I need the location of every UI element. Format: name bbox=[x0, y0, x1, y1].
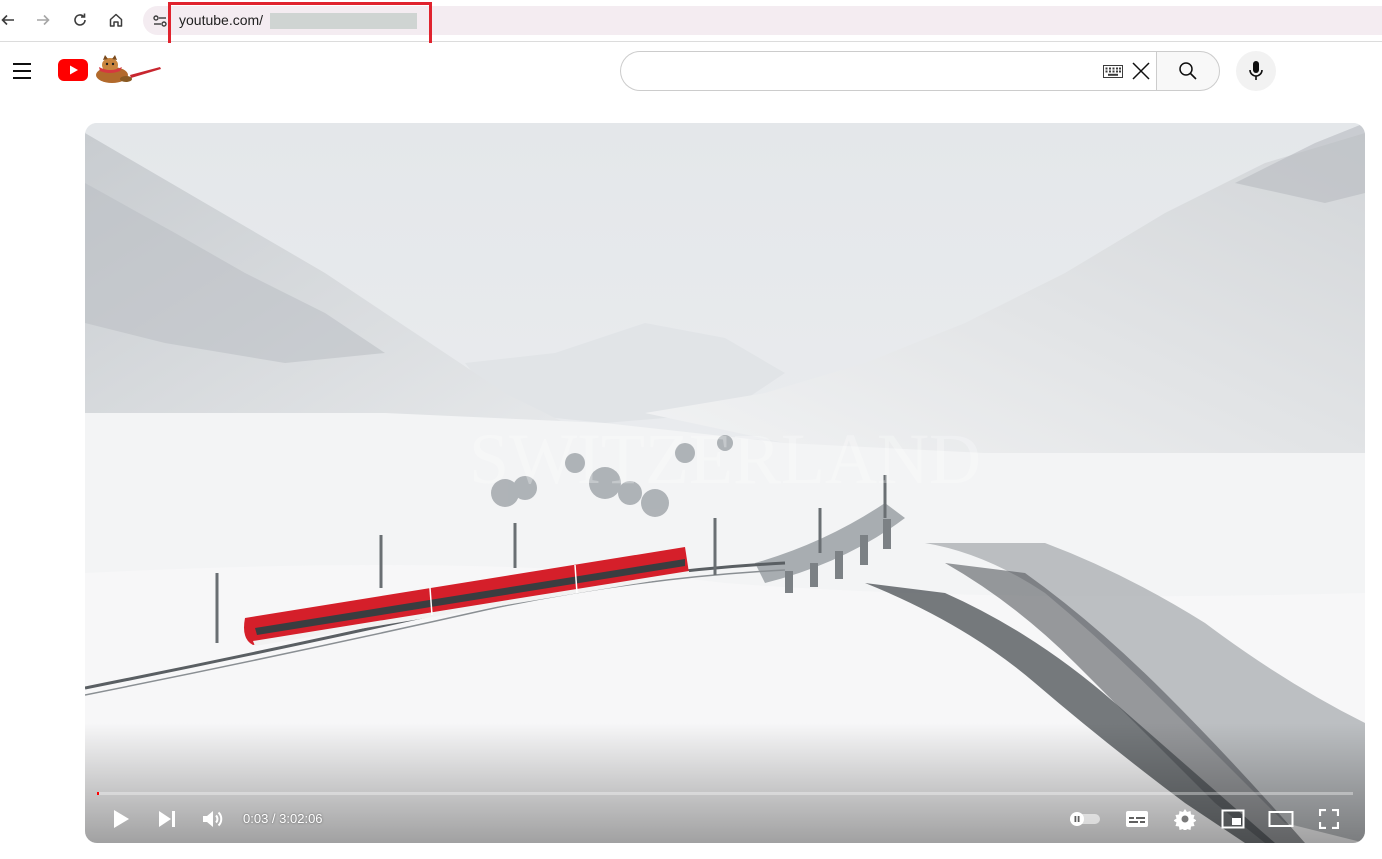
autoplay-toggle[interactable] bbox=[1061, 803, 1109, 835]
back-arrow-icon bbox=[1, 14, 14, 26]
theater-mode-button[interactable] bbox=[1263, 803, 1299, 835]
youtube-header bbox=[0, 43, 1382, 99]
forward-button[interactable] bbox=[29, 6, 57, 34]
autoplay-toggle-icon bbox=[1070, 812, 1100, 826]
miniplayer-icon bbox=[1221, 809, 1245, 829]
miniplayer-button[interactable] bbox=[1215, 803, 1251, 835]
subtitles-button[interactable] bbox=[1119, 803, 1155, 835]
tune-icon bbox=[153, 15, 167, 27]
youtube-doodle-icon[interactable] bbox=[90, 53, 162, 85]
next-button[interactable] bbox=[149, 803, 185, 835]
youtube-logo-icon[interactable] bbox=[58, 59, 88, 81]
clear-search-icon[interactable] bbox=[1131, 61, 1151, 81]
mute-button[interactable] bbox=[195, 803, 231, 835]
fullscreen-button[interactable] bbox=[1311, 803, 1347, 835]
guide-menu-button[interactable] bbox=[8, 57, 36, 85]
theater-mode-icon bbox=[1268, 811, 1294, 827]
forward-arrow-icon bbox=[37, 14, 50, 26]
hamburger-icon bbox=[13, 63, 31, 65]
volume-icon bbox=[203, 811, 223, 827]
keyboard-icon[interactable] bbox=[1103, 65, 1123, 78]
search-icon bbox=[1179, 62, 1197, 80]
progress-bar[interactable] bbox=[97, 792, 1353, 795]
back-button[interactable] bbox=[0, 6, 22, 34]
fullscreen-icon bbox=[1319, 809, 1339, 829]
play-button[interactable] bbox=[103, 803, 139, 835]
voice-search-button[interactable] bbox=[1236, 51, 1276, 91]
video-player[interactable]: SWITZERLAND 0:03 / 3:02:06 bbox=[85, 123, 1365, 843]
search-input[interactable] bbox=[620, 51, 1157, 91]
microphone-icon bbox=[1249, 61, 1263, 80]
video-watermark: SWITZERLAND bbox=[469, 419, 981, 499]
search-button[interactable] bbox=[1156, 51, 1220, 91]
home-button[interactable] bbox=[102, 6, 130, 34]
reload-button[interactable] bbox=[66, 6, 94, 34]
time-display: 0:03 / 3:02:06 bbox=[243, 811, 323, 826]
reload-icon bbox=[74, 13, 86, 26]
duration: 3:02:06 bbox=[279, 811, 323, 826]
home-icon bbox=[109, 13, 123, 27]
settings-button[interactable] bbox=[1167, 803, 1203, 835]
time-separator: / bbox=[268, 811, 280, 826]
settings-icon bbox=[1174, 809, 1196, 830]
next-icon bbox=[159, 811, 175, 827]
play-icon bbox=[114, 810, 129, 828]
current-time: 0:03 bbox=[243, 811, 269, 826]
subtitles-icon bbox=[1126, 811, 1148, 827]
progress-played bbox=[97, 792, 99, 795]
